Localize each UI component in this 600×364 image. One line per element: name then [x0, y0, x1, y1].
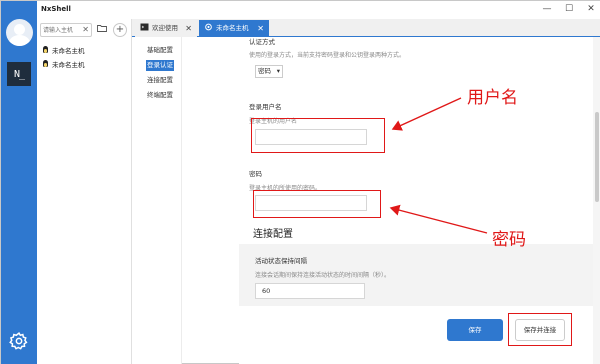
avatar-body — [9, 35, 30, 46]
maximize-button[interactable]: ☐ — [561, 2, 577, 16]
left-rail: N_ — [1, 1, 37, 364]
tab-bar: 欢迎使用 ✕ 未命名主机 ✕ — [132, 19, 600, 37]
add-host-button[interactable]: + — [113, 23, 127, 37]
settings-nav: 基础配置 登录认证 连接配置 终端配置 — [132, 37, 182, 364]
avatar[interactable] — [6, 19, 33, 46]
nav-item-connection[interactable]: 连接配置 — [146, 75, 174, 86]
password-annotation: 密码 — [492, 230, 526, 250]
close-window-button[interactable]: ✕ — [583, 2, 599, 16]
save-button[interactable]: 保存 — [447, 319, 503, 341]
nav-item-terminal[interactable]: 终端配置 — [146, 90, 174, 101]
password-label: 密码 — [249, 170, 262, 178]
linux-icon — [42, 60, 49, 68]
host-label: 未命名主机 — [52, 61, 85, 69]
app-logo[interactable]: N_ — [7, 62, 31, 86]
connection-group-title: 连接配置 — [253, 229, 293, 240]
tab-welcome[interactable]: 欢迎使用 ✕ — [135, 20, 197, 37]
username-label: 登录用户名 — [249, 103, 282, 111]
save-connect-highlight-box — [508, 313, 572, 346]
username-highlight-box — [251, 118, 385, 153]
linux-icon — [42, 46, 49, 54]
tab-host[interactable]: 未命名主机 ✕ — [199, 20, 269, 37]
auth-method-section: 认证方式 使用的登录方式，当前支持密码登录和公钥登录两种方式。 — [249, 36, 589, 59]
host-list-pane: ✕ + 未命名主机 未命名主机 — [37, 19, 132, 364]
host-search: ✕ — [40, 23, 92, 37]
chevron-down-icon: ▾ — [276, 67, 280, 75]
scrollbar[interactable] — [593, 37, 600, 364]
settings-gear-icon[interactable] — [9, 331, 29, 351]
password-section: 密码 登录主机的所使用的密码。 — [249, 168, 589, 192]
nav-item-basic[interactable]: 基础配置 — [146, 45, 174, 56]
minimize-button[interactable]: — — [539, 2, 555, 16]
avatar-head — [14, 24, 25, 35]
password-highlight-box — [253, 190, 381, 218]
keepalive-field[interactable]: 60 — [255, 283, 365, 299]
close-tab-icon[interactable]: ✕ — [257, 20, 264, 37]
auth-method-value: 密码 — [258, 67, 271, 75]
settings-icon — [205, 23, 212, 31]
folder-icon[interactable] — [95, 23, 109, 37]
keepalive-panel: 活动状态保持间隔 连接会话期间保持连接活动状态的时间间隔（秒）。 60 — [239, 244, 593, 306]
tab-label: 欢迎使用 — [152, 24, 178, 32]
auth-method-label: 认证方式 — [249, 38, 275, 46]
username-annotation: 用户名 — [467, 88, 518, 108]
nav-item-auth[interactable]: 登录认证 — [146, 60, 174, 71]
auth-method-select[interactable]: 密码 ▾ — [255, 65, 283, 78]
close-tab-icon[interactable]: ✕ — [185, 20, 192, 37]
clear-search-icon[interactable]: ✕ — [82, 25, 89, 34]
host-list-item[interactable]: 未命名主机 — [37, 59, 131, 71]
title-bar: NxShell — ☐ ✕ — [37, 1, 600, 19]
keepalive-desc: 连接会话期间保持连接活动状态的时间间隔（秒）。 — [255, 272, 391, 279]
auth-method-desc: 使用的登录方式，当前支持密码登录和公钥登录两种方式。 — [249, 52, 406, 59]
keepalive-label: 活动状态保持间隔 — [255, 257, 307, 265]
app-title: NxShell — [41, 5, 71, 13]
host-list-item[interactable]: 未命名主机 — [37, 45, 131, 57]
scrollbar-thumb[interactable] — [595, 112, 599, 202]
host-label: 未命名主机 — [52, 47, 85, 55]
tab-label: 未命名主机 — [216, 24, 249, 32]
host-search-input[interactable] — [41, 24, 81, 36]
app-window: N_ NxShell — ☐ ✕ ✕ + 未命名主机 未命名主机 — [0, 0, 600, 364]
terminal-icon — [140, 23, 149, 31]
